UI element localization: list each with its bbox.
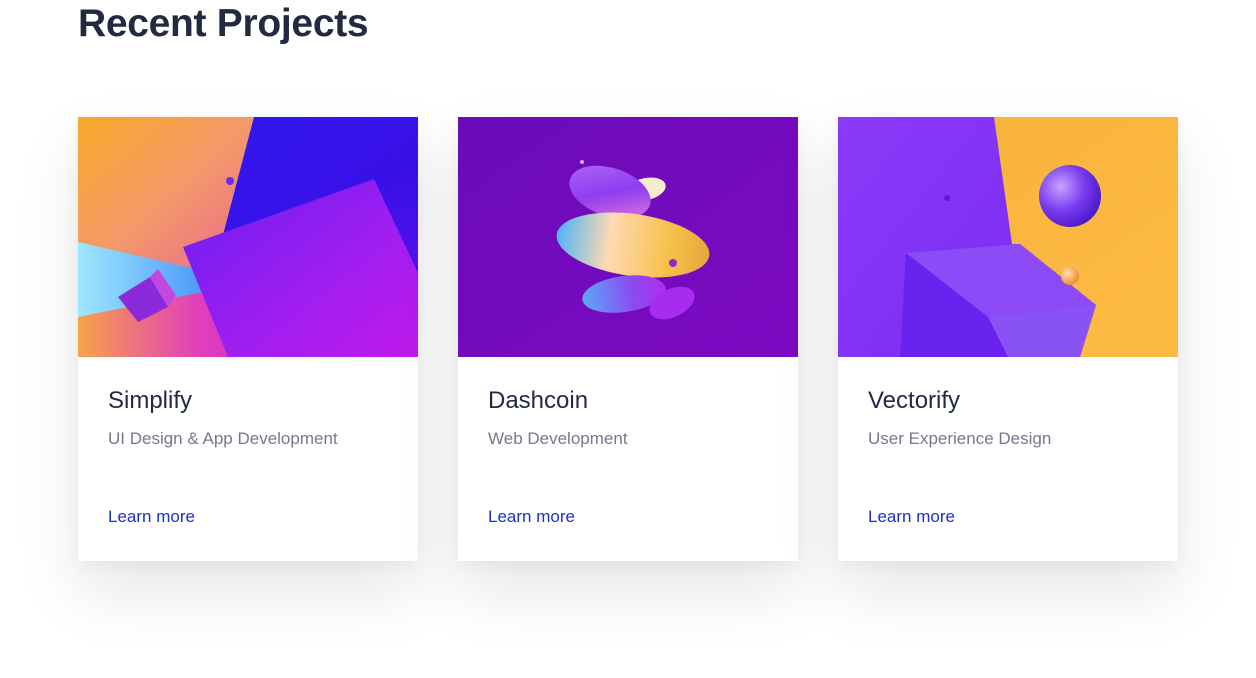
learn-more-link[interactable]: Learn more [868, 507, 955, 527]
project-card-vectorify: Vectorify User Experience Design Learn m… [838, 117, 1178, 561]
project-card-body: Simplify UI Design & App Development Lea… [78, 357, 418, 561]
project-category: User Experience Design [868, 429, 1052, 448]
project-category: UI Design & App Development [108, 429, 338, 448]
project-title: Dashcoin [488, 387, 589, 414]
project-title: Simplify [108, 387, 193, 414]
project-cards: Simplify UI Design & App Development Lea… [78, 117, 1178, 561]
recent-projects-section: Recent Projects Simplify UI Design & App… [0, 0, 1256, 678]
project-card-simplify: Simplify UI Design & App Development Lea… [78, 117, 418, 561]
project-title: Vectorify [868, 387, 961, 414]
project-image-simplify[interactable] [78, 117, 418, 357]
project-card-dashcoin: Dashcoin Web Development Learn more [458, 117, 798, 561]
project-image-dashcoin[interactable] [458, 117, 798, 357]
project-card-body: Dashcoin Web Development Learn more [458, 357, 798, 561]
project-image-vectorify[interactable] [838, 117, 1178, 357]
learn-more-link[interactable]: Learn more [488, 507, 575, 527]
learn-more-link[interactable]: Learn more [108, 507, 195, 527]
section-title: Recent Projects [78, 2, 369, 45]
project-card-body: Vectorify User Experience Design Learn m… [838, 357, 1178, 561]
project-category: Web Development [488, 429, 628, 448]
